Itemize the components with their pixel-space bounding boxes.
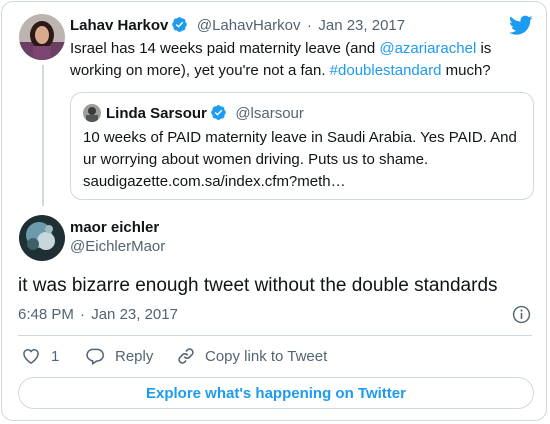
tweet-time: 6:48 PM [18,306,74,323]
thread-line [42,65,44,206]
divider [18,335,532,336]
tweet-text-part: much? [441,62,491,79]
explore-button[interactable]: Explore what's happening on Twitter [18,377,534,409]
twitter-bird-icon[interactable] [509,15,533,36]
author-handle[interactable]: @EichlerMaor [70,238,165,255]
parent-tweet-header: Lahav Harkov @LahavHarkov · Jan 23, 2017 [70,16,405,35]
avatar[interactable] [19,14,65,60]
verified-badge-icon [211,105,226,120]
explore-label: Explore what's happening on Twitter [146,384,406,402]
main-tweet-timestamp[interactable]: 6:48 PM · Jan 23, 2017 [18,306,178,323]
verified-badge-icon [172,17,188,32]
separator-dot: · [306,17,312,34]
like-count: 1 [51,347,60,365]
quoted-author-name: Linda Sarsour [106,105,207,122]
separator-dot: · [80,306,86,323]
quoted-tweet-header: Linda Sarsour @lsarsour [106,104,304,123]
info-icon[interactable] [512,305,531,324]
tweet-embed-card: Lahav Harkov @LahavHarkov · Jan 23, 2017… [1,1,547,421]
reply-icon [86,348,104,365]
tweet-date[interactable]: Jan 23, 2017 [318,17,405,34]
mention-link[interactable]: @azariarachel [379,40,476,57]
main-tweet-text: it was bizarre enough tweet without the … [18,275,498,296]
parent-tweet-text: Israel has 14 weeks paid maternity leave… [70,38,510,82]
tweet-text-part: Israel has 14 weeks paid maternity leave… [70,40,380,57]
author-name[interactable]: Lahav Harkov [70,17,168,34]
hashtag-link[interactable]: #doublestandard [330,62,442,79]
like-button[interactable]: 1 [21,346,59,366]
avatar[interactable] [19,215,65,261]
author-name[interactable]: maor eichler [70,219,165,236]
heart-icon [23,349,39,364]
quoted-tweet-text: 10 weeks of PAID maternity leave in Saud… [83,129,517,190]
main-tweet-author: maor eichler @EichlerMaor [70,219,165,255]
quoted-tweet[interactable]: Linda Sarsour @lsarsour 10 weeks of PAID… [70,92,534,200]
quoted-avatar [83,104,101,122]
tweet-date: Jan 23, 2017 [91,306,178,323]
copy-link-label: Copy link to Tweet [205,347,328,365]
reply-button[interactable]: Reply [85,346,153,366]
copy-link-button[interactable]: Copy link to Tweet [176,346,327,366]
link-icon [178,348,194,364]
author-handle[interactable]: @LahavHarkov [197,17,301,34]
reply-label: Reply [115,347,154,365]
quoted-author-handle: @lsarsour [235,105,304,122]
